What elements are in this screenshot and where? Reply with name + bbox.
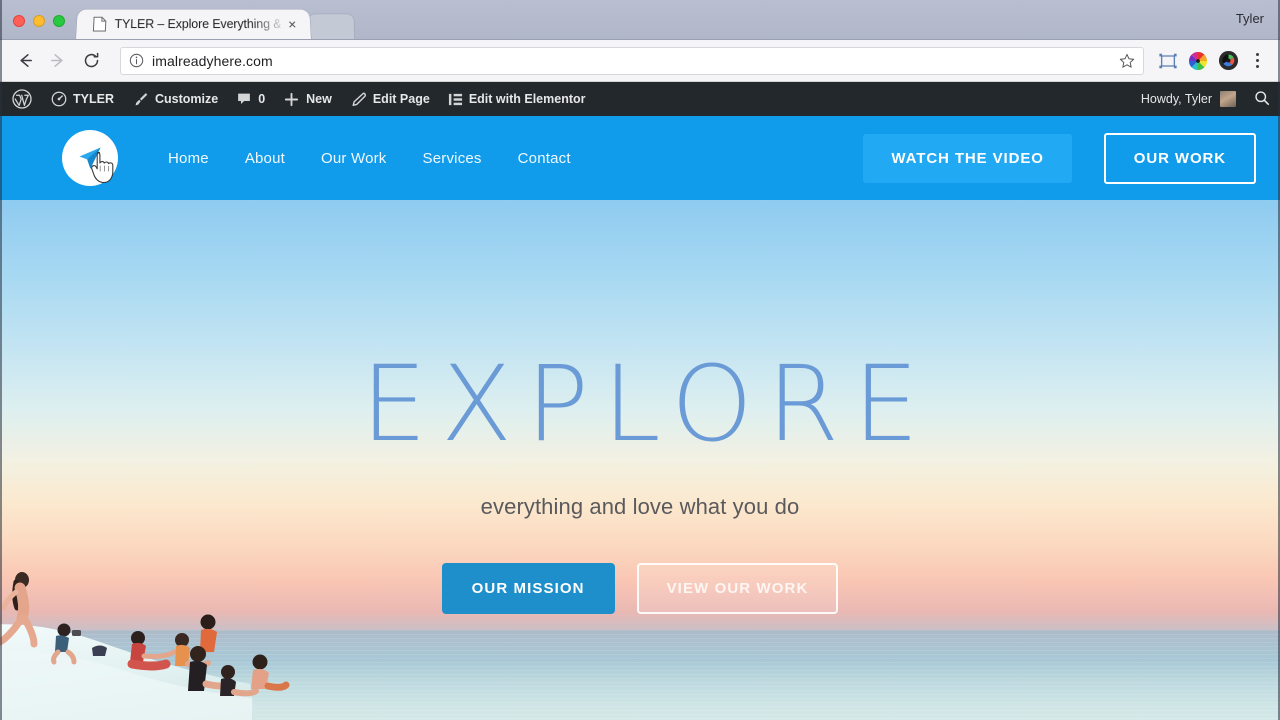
- wordpress-logo-icon: [12, 89, 32, 109]
- browser-tab[interactable]: TYLER – Explore Everything & ×: [76, 9, 311, 39]
- camera-lens-icon[interactable]: [1214, 47, 1242, 75]
- watch-the-video-button[interactable]: WATCH THE VIDEO: [863, 133, 1072, 183]
- maximize-window-button[interactable]: [53, 15, 65, 27]
- adminbar-item-howdy[interactable]: Howdy, Tyler: [1129, 82, 1244, 116]
- plus-icon: [283, 91, 300, 108]
- browser-window: TYLER – Explore Everything & × Tyler ima…: [0, 0, 1280, 720]
- three-dot-menu-icon[interactable]: [1244, 47, 1270, 75]
- address-bar[interactable]: imalreadyhere.com: [120, 46, 1144, 75]
- person-figure: [220, 665, 259, 697]
- adminbar-item-edit-with-elementor[interactable]: Edit with Elementor: [439, 82, 595, 116]
- hero-content: EXPLORE everything and love what you do …: [0, 200, 1280, 614]
- new-tab-button[interactable]: [307, 13, 355, 39]
- screencast-icon[interactable]: [1154, 47, 1182, 75]
- site-header: Home About Our Work Services Contact WAT…: [0, 116, 1280, 200]
- adminbar-item-comments[interactable]: 0: [227, 82, 274, 116]
- star-icon[interactable]: [1119, 53, 1135, 69]
- url-text[interactable]: imalreadyhere.com: [152, 53, 1111, 69]
- nav-item-contact[interactable]: Contact: [500, 150, 589, 167]
- adminbar-item-new[interactable]: New: [274, 82, 341, 116]
- person-figure: [200, 614, 217, 652]
- pencil-icon: [350, 91, 367, 108]
- adminbar-label: Edit Page: [372, 92, 430, 106]
- back-arrow-icon[interactable]: [10, 46, 40, 76]
- nav-item-our-work[interactable]: Our Work: [303, 150, 405, 167]
- header-actions: WATCH THE VIDEO OUR WORK: [863, 132, 1256, 184]
- adminbar-label: New: [306, 92, 332, 106]
- tab-strip: TYLER – Explore Everything & ×: [76, 9, 355, 39]
- our-work-button[interactable]: OUR WORK: [1103, 132, 1256, 184]
- person-figure: [251, 654, 290, 691]
- tab-title: TYLER – Explore Everything &: [114, 17, 281, 32]
- howdy-label: Howdy, Tyler: [1140, 92, 1212, 106]
- comment-bubble-icon: [236, 91, 252, 107]
- close-tab-button[interactable]: ×: [284, 16, 301, 32]
- avatar: [1220, 91, 1236, 107]
- bag-object: [92, 645, 107, 656]
- search-icon: [1254, 90, 1270, 109]
- info-circle-icon[interactable]: [129, 53, 144, 68]
- adminbar-item-site-name[interactable]: TYLER: [42, 82, 123, 116]
- wordpress-logo-menu[interactable]: [8, 82, 42, 116]
- nav-item-services[interactable]: Services: [405, 150, 500, 167]
- nav-item-home[interactable]: Home: [150, 150, 227, 167]
- hero-subtitle: everything and love what you do: [480, 494, 800, 519]
- browser-toolbar: imalreadyhere.com: [0, 40, 1280, 82]
- hero-section: EXPLORE everything and love what you do …: [0, 200, 1280, 720]
- page-icon: [92, 16, 107, 32]
- window-user-label: Tyler: [1235, 11, 1264, 26]
- view-our-work-button[interactable]: VIEW OUR WORK: [636, 563, 839, 614]
- window-controls: [13, 15, 65, 27]
- dashboard-icon: [51, 91, 67, 107]
- site-logo[interactable]: [62, 130, 118, 186]
- nav-item-about[interactable]: About: [227, 150, 303, 167]
- our-mission-button[interactable]: OUR MISSION: [441, 563, 615, 614]
- minimize-window-button[interactable]: [33, 15, 45, 27]
- site-navigation: Home About Our Work Services Contact: [150, 150, 589, 167]
- adminbar-item-edit-page[interactable]: Edit Page: [341, 82, 439, 116]
- window-border-left: [0, 0, 2, 720]
- adminbar-label: Edit with Elementor: [468, 92, 586, 106]
- forward-arrow-icon: [42, 46, 72, 76]
- adminbar-item-customize[interactable]: Customize: [123, 82, 227, 116]
- adminbar-label: 0: [258, 92, 266, 106]
- paintbrush-icon: [132, 91, 149, 108]
- elementor-icon: [448, 92, 463, 107]
- browser-titlebar: TYLER – Explore Everything & × Tyler: [0, 0, 1280, 40]
- adminbar-label: Customize: [154, 92, 219, 106]
- adminbar-label: TYLER: [73, 92, 114, 106]
- adminbar-right-group: Howdy, Tyler: [1129, 82, 1280, 116]
- hero-title: EXPLORE: [361, 343, 933, 465]
- wordpress-admin-bar: TYLER Customize 0 New Edit Page Edit wit…: [0, 82, 1280, 116]
- close-window-button[interactable]: [13, 15, 25, 27]
- reload-arrow-icon[interactable]: [76, 46, 106, 76]
- adminbar-search-button[interactable]: [1244, 82, 1280, 116]
- pointing-hand-cursor: [91, 152, 114, 184]
- color-wheel-icon[interactable]: [1184, 47, 1212, 75]
- hero-cta-group: OUR MISSION VIEW OUR WORK: [0, 563, 1280, 614]
